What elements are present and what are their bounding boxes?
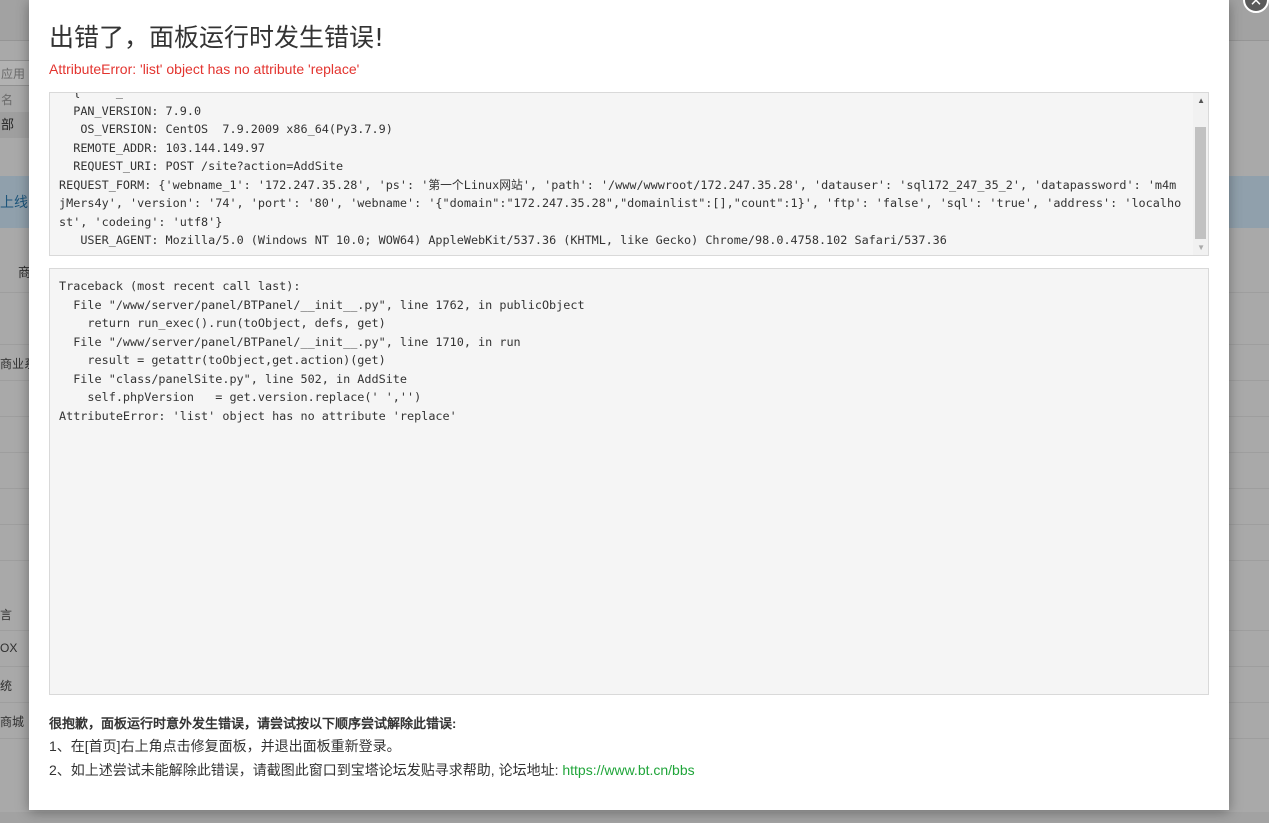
error-message: AttributeError: 'list' object has no att… [49,61,360,77]
dialog-title: 出错了，面板运行时发生错误! [49,23,385,52]
help-step-2-text: 2、如上述尝试未能解除此错误，请截图此窗口到宝塔论坛发贴寻求帮助, 论坛地址: [49,762,563,778]
forum-link[interactable]: https://www.bt.cn/bbs [562,762,694,778]
arrow-up-icon[interactable]: ▲ [1197,96,1205,105]
scrollbar[interactable]: ▲ ▼ [1193,93,1208,255]
error-dialog: × 出错了，面板运行时发生错误! AttributeError: 'list' … [29,0,1269,810]
help-step-1: 1、在[首页]右上角点击修复面板，并退出面板重新登录。 [49,738,401,754]
request-info-box[interactable]: {' _ PAN_VERSION: 7.9.0 OS_VERSION: Cent… [49,92,1209,256]
request-info-text: {' _ PAN_VERSION: 7.9.0 OS_VERSION: Cent… [59,92,1182,247]
scrollbar-thumb[interactable] [1195,127,1206,239]
traceback-text: Traceback (most recent call last): File … [59,279,585,423]
arrow-down-icon[interactable]: ▼ [1197,243,1205,252]
help-step-2: 2、如上述尝试未能解除此错误，请截图此窗口到宝塔论坛发贴寻求帮助, 论坛地址: … [49,760,695,780]
help-title: 很抱歉，面板运行时意外发生错误，请尝试按以下顺序尝试解除此错误: [49,716,457,731]
traceback-box[interactable]: Traceback (most recent call last): File … [49,268,1209,695]
